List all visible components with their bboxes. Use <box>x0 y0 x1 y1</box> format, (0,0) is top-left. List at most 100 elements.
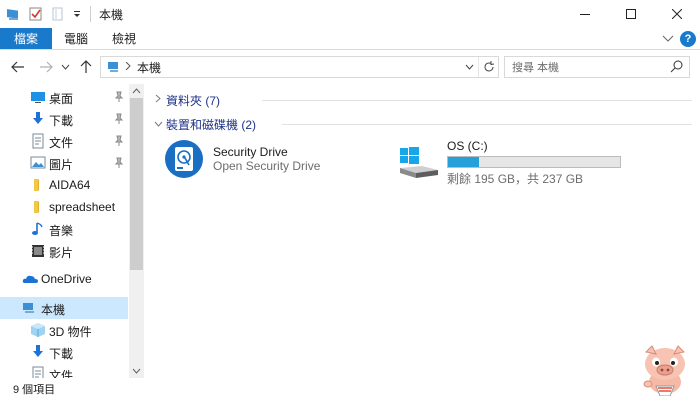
this-pc-icon[interactable] <box>6 6 22 22</box>
chevron-down-icon <box>61 64 69 70</box>
device-tile-security-drive[interactable]: Security Drive Open Security Drive <box>162 138 372 182</box>
sidebar-item-downloads-2[interactable]: 下載 <box>0 341 128 363</box>
sidebar-item-label: 3D 物件 <box>49 325 92 339</box>
new-folder-icon[interactable] <box>50 6 66 22</box>
up-arrow-icon <box>80 60 92 73</box>
pin-icon[interactable] <box>114 113 124 125</box>
maximize-icon <box>626 9 636 19</box>
search-icon <box>670 60 683 76</box>
title-bar: 本機 <box>0 0 700 28</box>
sidebar-item-label: AIDA64 <box>49 178 91 192</box>
window-title: 本機 <box>99 7 124 22</box>
sidebar-item-label: spreadsheet <box>49 200 116 214</box>
group-divider <box>282 124 692 125</box>
tab-view[interactable]: 檢視 <box>100 28 148 49</box>
pig-mascot-logo <box>636 344 694 397</box>
navigation-scrollbar[interactable] <box>129 84 144 378</box>
chevron-down-icon <box>662 35 674 42</box>
sidebar-item-label: 音樂 <box>49 224 74 238</box>
sidebar-item-label: 桌面 <box>49 92 74 106</box>
window-controls <box>562 0 700 28</box>
device-subtitle: Open Security Drive <box>213 159 321 173</box>
this-pc-icon <box>108 62 118 72</box>
help-button[interactable]: ? <box>680 31 696 47</box>
address-dropdown-button[interactable] <box>462 57 476 77</box>
pin-icon[interactable] <box>114 91 124 103</box>
group-header-devices[interactable]: 裝置和磁碟機 (2) <box>152 114 692 134</box>
back-button[interactable] <box>7 56 29 78</box>
security-drive-icon <box>164 138 204 183</box>
sidebar-item-pictures[interactable]: 圖片 <box>0 152 128 174</box>
sidebar-item-label: 下載 <box>49 114 74 128</box>
refresh-button[interactable] <box>478 57 498 77</box>
search-input[interactable]: 搜尋 本機 <box>504 56 690 78</box>
sidebar-item-label: OneDrive <box>41 272 92 286</box>
minimize-button[interactable] <box>562 0 608 28</box>
scroll-down-button[interactable] <box>129 364 144 378</box>
forward-arrow-icon <box>40 61 53 73</box>
sidebar-item-desktop[interactable]: 桌面 <box>0 86 128 108</box>
pin-icon[interactable] <box>114 157 124 169</box>
sidebar-item-label: 本機 <box>41 303 66 317</box>
sidebar-item-label: 圖片 <box>49 158 74 172</box>
document-icon <box>30 133 46 149</box>
group-label: 資料夾 (7) <box>166 93 221 108</box>
customize-toolbar-icon[interactable] <box>72 6 82 22</box>
sidebar-item-documents[interactable]: 文件 <box>0 130 128 152</box>
status-bar: 9 個項目 <box>0 378 700 400</box>
search-placeholder: 搜尋 本機 <box>512 62 560 74</box>
group-label: 裝置和磁碟機 (2) <box>166 117 257 132</box>
device-name: Security Drive <box>213 145 288 159</box>
toolbar-divider <box>90 6 91 22</box>
properties-icon[interactable] <box>28 6 44 22</box>
address-row: 本機 搜尋 本機 <box>0 50 700 84</box>
sidebar-item-aida64[interactable]: AIDA64 <box>0 174 128 196</box>
sidebar-item-onedrive[interactable]: OneDrive <box>0 268 128 290</box>
chevron-down-icon <box>132 368 141 374</box>
sidebar-item-label: 影片 <box>49 246 74 260</box>
chevron-down-icon <box>152 119 164 130</box>
this-pc-icon <box>22 300 38 316</box>
sidebar-item-music[interactable]: 音樂 <box>0 218 128 240</box>
document-icon <box>30 366 46 378</box>
pictures-icon <box>30 155 46 171</box>
sidebar-item-videos[interactable]: 影片 <box>0 240 128 262</box>
address-bar[interactable]: 本機 <box>100 56 499 78</box>
navigation-pane: 桌面 下載 文件 圖片 AIDA64 spreadsheet 音樂 影片 One… <box>0 84 144 378</box>
chevron-down-icon <box>465 64 473 70</box>
content-pane: 資料夾 (7) 裝置和磁碟機 (2) Security Drive Open S… <box>148 84 700 378</box>
refresh-icon <box>484 61 494 72</box>
pin-icon[interactable] <box>114 135 124 147</box>
recent-locations-button[interactable] <box>59 56 71 78</box>
status-item-count: 9 個項目 <box>13 384 56 396</box>
scroll-up-button[interactable] <box>129 84 144 98</box>
sidebar-item-3d-objects[interactable]: 3D 物件 <box>0 319 128 341</box>
sidebar-item-spreadsheet[interactable]: spreadsheet <box>0 196 128 218</box>
tab-computer[interactable]: 電腦 <box>52 28 100 49</box>
scrollbar-thumb[interactable] <box>130 98 143 270</box>
ribbon-right-controls: ? <box>662 31 696 47</box>
breadcrumb-separator <box>125 61 131 73</box>
maximize-button[interactable] <box>608 0 654 28</box>
forward-button[interactable] <box>35 56 57 78</box>
tab-file[interactable]: 檔案 <box>0 28 52 49</box>
up-button[interactable] <box>75 56 97 78</box>
sidebar-item-this-pc[interactable]: 本機 <box>0 297 128 319</box>
desktop-icon <box>30 89 46 105</box>
close-icon <box>672 9 682 19</box>
breadcrumb-item[interactable]: 本機 <box>137 59 161 76</box>
group-header-folders[interactable]: 資料夾 (7) <box>152 90 692 110</box>
expand-ribbon-button[interactable] <box>662 35 674 43</box>
video-icon <box>30 243 46 259</box>
chevron-right-icon <box>152 94 164 106</box>
device-tile-os-c[interactable]: OS (C:) 剩餘 195 GB，共 237 GB <box>398 138 678 186</box>
sidebar-item-documents-2[interactable]: 文件 <box>0 363 128 378</box>
quick-access-toolbar: 本機 <box>0 0 123 28</box>
minimize-icon <box>580 14 590 15</box>
drive-usage-bar <box>447 156 621 168</box>
chevron-up-icon <box>132 88 141 94</box>
drive-usage-fill <box>448 157 479 167</box>
music-icon <box>30 221 46 237</box>
close-button[interactable] <box>654 0 700 28</box>
sidebar-item-downloads[interactable]: 下載 <box>0 108 128 130</box>
